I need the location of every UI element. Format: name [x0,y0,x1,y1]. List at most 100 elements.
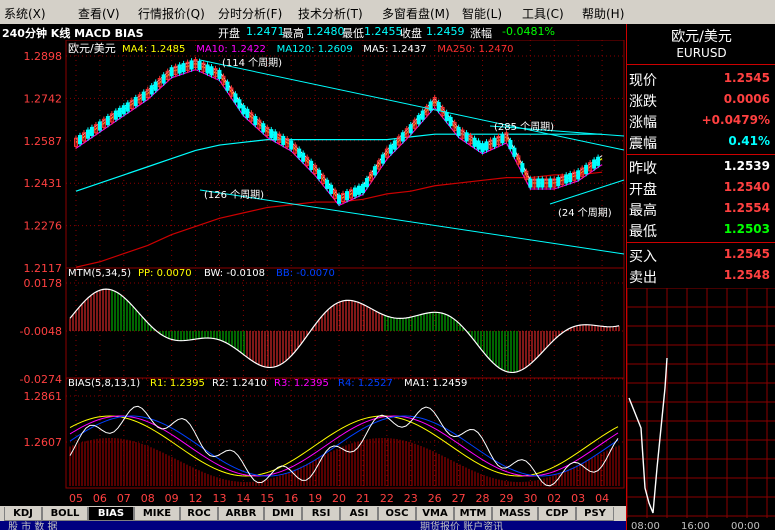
bias-line [69,415,619,477]
open-label: 开盘 [218,27,240,40]
x-tick-label: 21 [356,492,370,505]
candle-body [181,63,186,73]
candle-body [241,105,246,115]
bias-line [69,415,619,477]
tab-roc[interactable]: ROC [180,507,218,521]
low-label: 最低 [342,27,364,40]
bias-title: BIAS(5,8,13,1) [68,378,140,389]
menu-item-0[interactable]: 系统(X) [4,5,46,22]
quote-row: 涨跌 0.0006 [627,89,774,110]
tab-kdj[interactable]: KDJ [4,507,42,521]
x-tick-label: 20 [332,492,346,505]
candle-body [584,164,589,175]
quote-value: 0.0006 [723,92,770,106]
candle-body [456,126,461,137]
tab-mtm[interactable]: MTM [454,507,492,521]
x-tick-label: 30 [523,492,537,505]
candle-body [472,137,477,147]
menu-item-2[interactable]: 行情报价(Q) [138,5,205,22]
candle-body [480,143,485,153]
bias-r3: R3: 1.2395 [274,378,329,389]
technical-chart[interactable]: 1.2898 1.2742 1.2587 1.2431 1.2276 1.2117 0.01… [0,40,626,506]
candle-body [253,116,258,126]
period-annotation: (114 个周期) [222,57,282,69]
tab-osc[interactable]: OSC [378,507,416,521]
candle-body [289,140,294,150]
tab-arbr[interactable]: ARBR [218,507,264,521]
x-tick-label: 16 [284,492,298,505]
bias-ma1: MA1: 1.2459 [404,378,467,389]
quote-label: 开盘 [629,182,657,198]
quote-value: 1.2540 [723,180,770,194]
quote-label: 震幅 [629,136,657,152]
tab-mass[interactable]: MASS [492,507,538,521]
candle-body [297,148,302,158]
mini-time-label: 16:00 [681,521,710,530]
menu-item-4[interactable]: 技术分析(T) [298,5,363,22]
mtm-line [69,288,620,374]
menu-item-8[interactable]: 帮助(H) [582,5,624,22]
mtm-bw: BW: -0.0108 [204,268,265,279]
menu-item-6[interactable]: 智能(L) [462,5,502,22]
tab-cdp[interactable]: CDP [538,507,576,521]
candle-body [484,141,489,151]
x-tick-label: 23 [404,492,418,505]
candle-body [121,105,126,115]
tab-bias[interactable]: BIAS [88,507,134,521]
menu-item-5[interactable]: 多窗看盘(M) [382,5,450,22]
ma-legend: MA10: 1.2422 [196,44,266,55]
y-tick-label: 1.2431 [24,177,63,190]
candle-body [364,178,369,188]
candle-body [512,147,517,157]
tab-rsi[interactable]: RSI [302,507,340,521]
ma-legend: MA250: 1.2470 [437,44,513,55]
menu-item-3[interactable]: 分时分析(F) [218,5,282,22]
mtm-title: MTM(5,34,5) [68,268,131,279]
candle-body [372,166,377,176]
candle-body [436,102,441,112]
quote-row: 最高 1.2554 [627,198,774,219]
period-annotation: (24 个周期) [558,207,612,219]
candle-body [596,156,601,166]
tab-psy[interactable]: PSY [576,507,614,521]
x-tick-label: 03 [571,492,585,505]
candle-body [492,137,497,147]
candle-body [416,115,421,125]
quote-label: 涨幅 [629,115,657,131]
candle-body [117,107,122,118]
quote-row: 震幅 0.41% [627,131,774,152]
candle-body [273,131,278,141]
y-tick-label: -0.0274 [20,373,62,386]
x-tick-label: 09 [165,492,179,505]
tab-mike[interactable]: MIKE [134,507,180,521]
candle-body [520,163,525,173]
candle-body [189,60,194,70]
quote-label: 最高 [629,203,657,219]
candle-body [448,116,453,127]
series-line-ma250 [75,171,603,268]
bias-line [69,415,619,477]
symbol-label: 欧元/美元 [68,42,116,55]
mtm-pp: PP: 0.0070 [138,268,192,279]
tab-boll[interactable]: BOLL [42,507,88,521]
menu-item-1[interactable]: 查看(V) [78,5,120,22]
mini-price-line [628,357,668,514]
ma-legend: MA5: 1.2437 [363,44,426,55]
tab-asi[interactable]: ASI [340,507,378,521]
tab-vma[interactable]: VMA [416,507,454,521]
x-tick-label: 29 [499,492,513,505]
candle-body [400,132,405,142]
y-tick-label: 1.2742 [24,92,63,105]
intraday-mini-chart[interactable]: 08:00 16:00 00:00 [627,288,775,530]
tab-dmi[interactable]: DMI [264,507,302,521]
bias-r1: R1: 1.2395 [150,378,205,389]
ma-legend: MA4: 1.2485 [122,44,185,55]
change-label: 涨幅 [470,27,492,40]
close-label: 收盘 [400,27,422,40]
candle-body [113,110,118,120]
menu-item-7[interactable]: 工具(C) [522,5,564,22]
change-value: -0.0481% [502,25,555,38]
candle-body [205,64,210,74]
candle-body [169,67,174,77]
y-tick-label: -0.0048 [20,325,62,338]
